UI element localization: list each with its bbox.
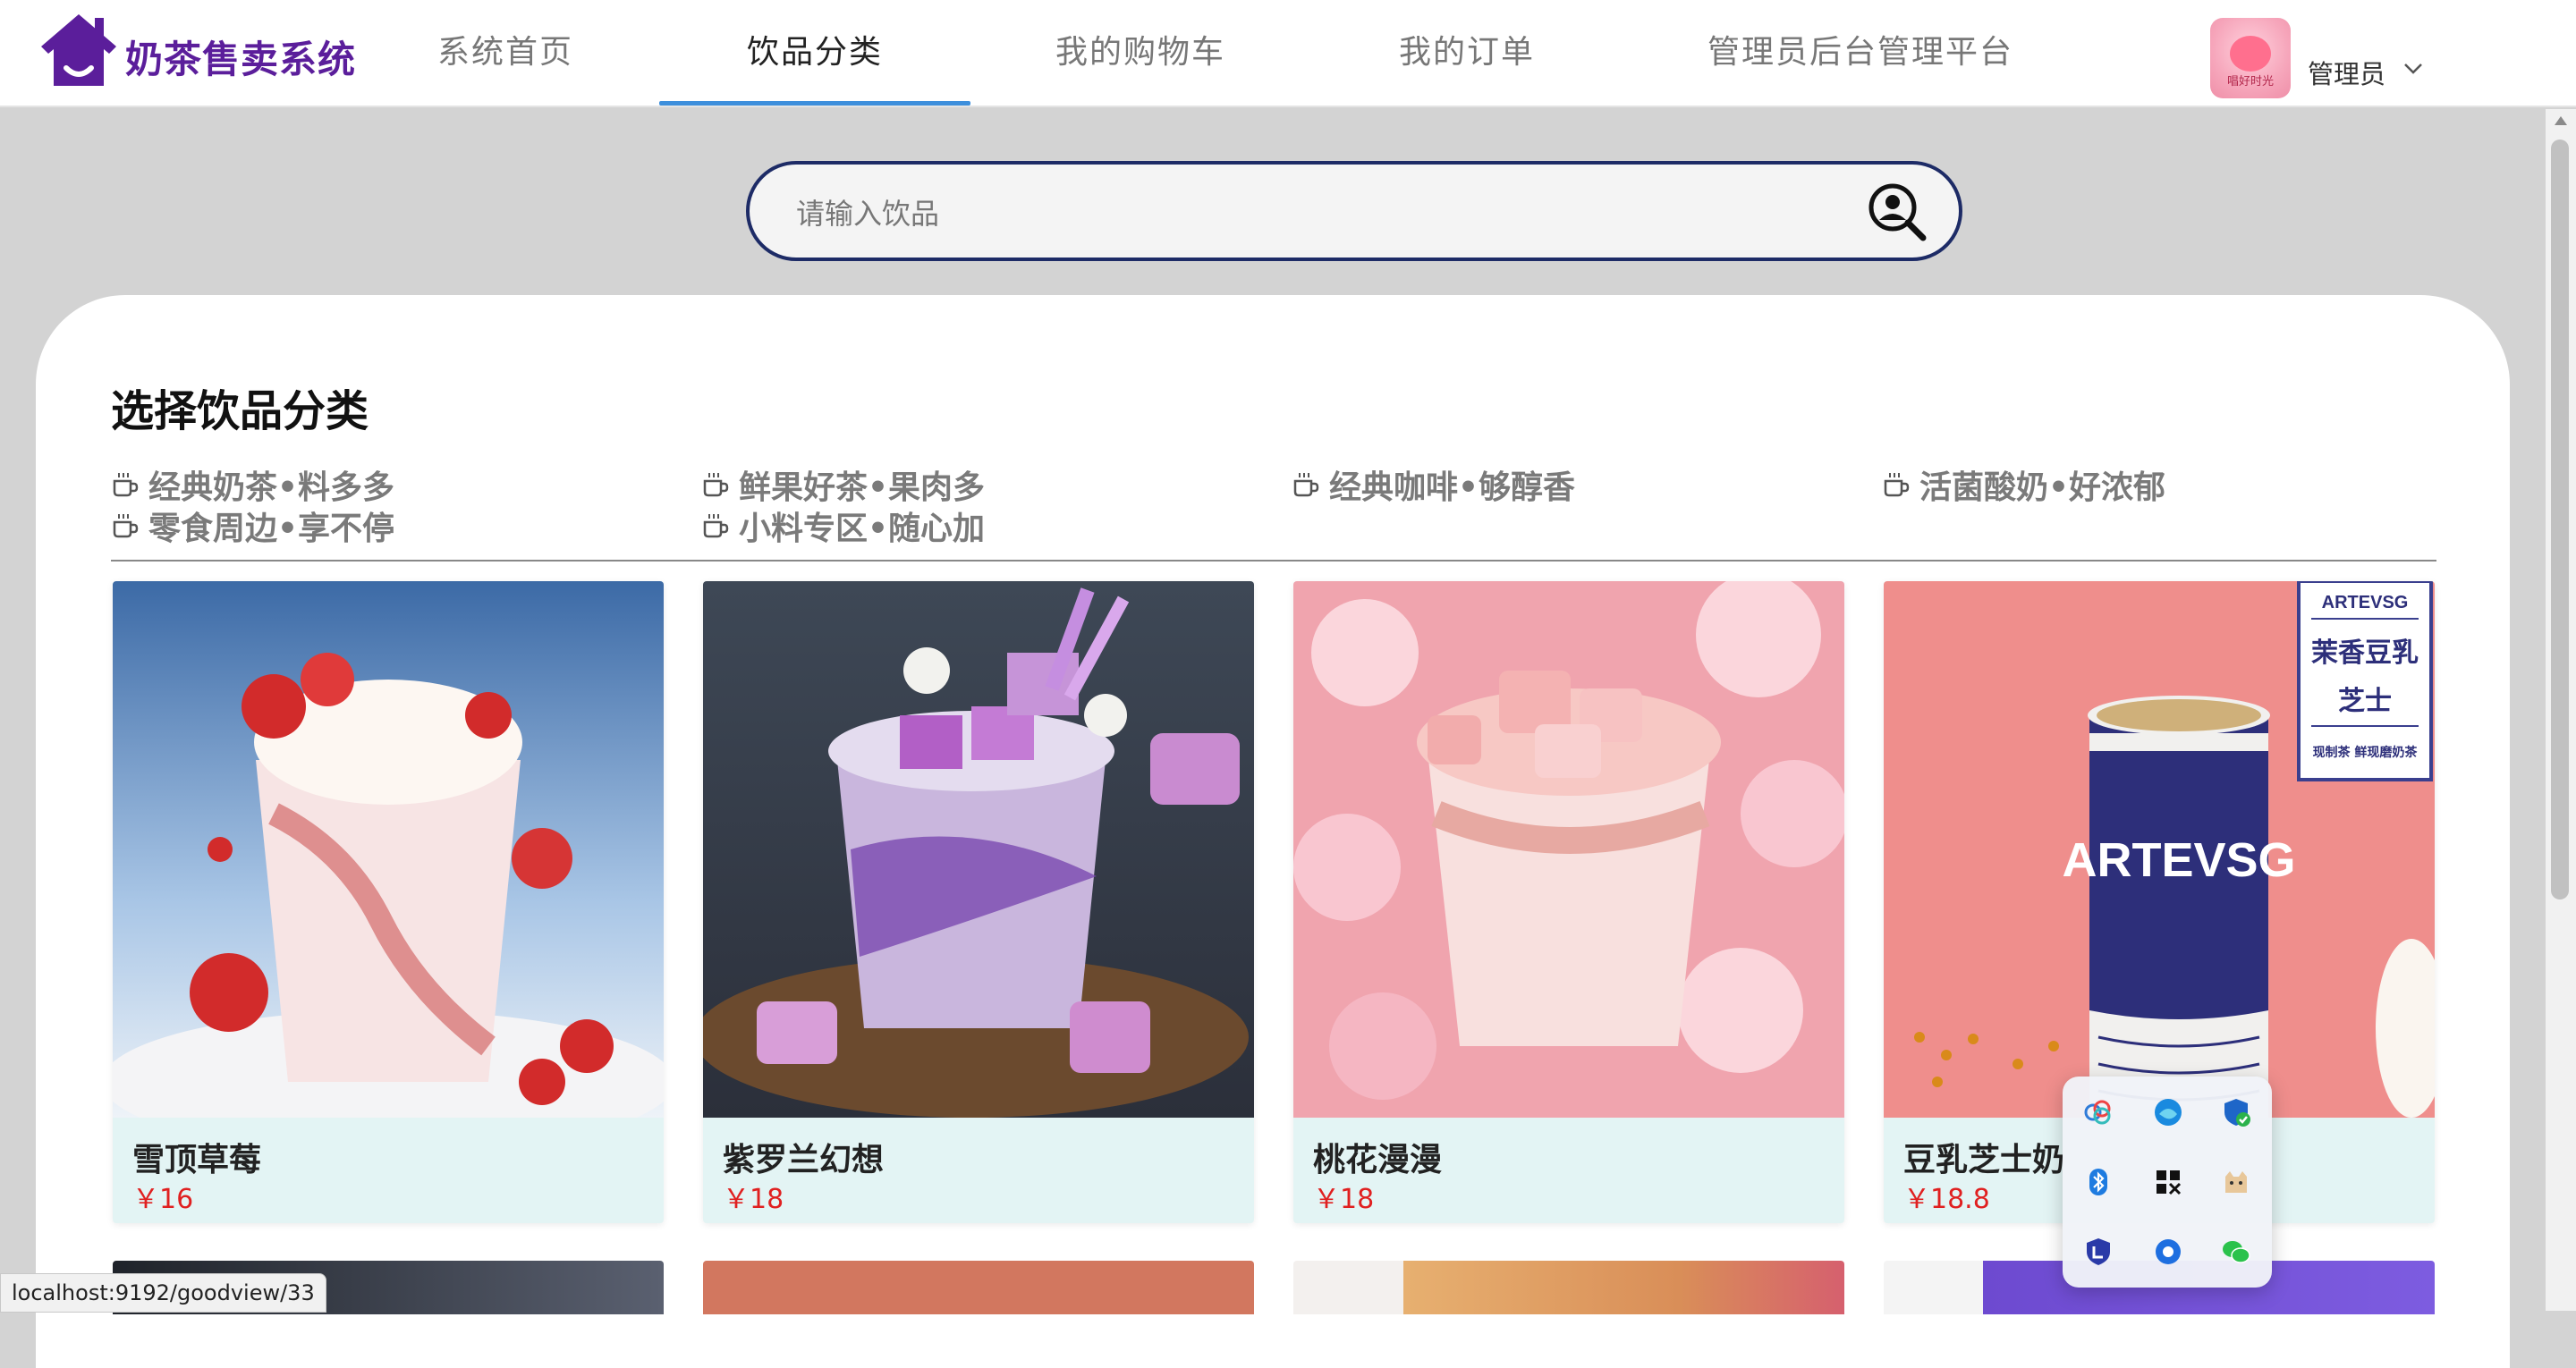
user-name[interactable]: 管理员	[2308, 54, 2385, 91]
product-name: 豆乳芝士奶	[1903, 1142, 2065, 1178]
cup-icon	[1293, 473, 1319, 497]
product-card[interactable]: 雪顶草莓 ￥16	[113, 581, 664, 1223]
product-card[interactable]: 桃花漫漫 ￥18	[1293, 581, 1844, 1223]
page-scrollbar[interactable]	[2546, 109, 2576, 1311]
cat-app-icon[interactable]	[2220, 1166, 2252, 1198]
product-name: 桃花漫漫	[1313, 1142, 1443, 1178]
badge-brand: ARTEVSG	[2322, 593, 2409, 612]
nav-active-indicator	[659, 101, 970, 106]
password-app-icon[interactable]	[2082, 1236, 2114, 1268]
badge-footer: 现制茶 鲜现磨奶茶	[2313, 745, 2419, 760]
product-name: 紫罗兰幻想	[723, 1142, 885, 1178]
nav-orders[interactable]: 我的订单	[1395, 0, 1538, 107]
cloud-sync-icon[interactable]	[2082, 1096, 2114, 1128]
category-snacks[interactable]: 零食周边•享不停	[111, 506, 394, 547]
category-label: 零食周边•享不停	[148, 511, 395, 547]
category-yogurt[interactable]: 活菌酸奶•好浓郁	[1882, 465, 2165, 506]
product-price: ￥18	[723, 1184, 784, 1215]
nav-drink-category[interactable]: 饮品分类	[659, 0, 970, 107]
category-fruit-tea[interactable]: 鲜果好茶•果肉多	[701, 465, 985, 506]
edge-icon[interactable]	[2152, 1096, 2184, 1128]
product-price: ￥18.8	[1903, 1184, 1990, 1215]
cup-icon	[1884, 473, 1910, 497]
bluetooth-icon[interactable]	[2082, 1166, 2114, 1198]
product-price: ￥16	[132, 1184, 194, 1215]
category-classic-milk-tea[interactable]: 经典奶茶•料多多	[111, 465, 394, 506]
cup-icon	[113, 473, 139, 497]
badge-line-1: 茉香豆乳	[2311, 638, 2419, 669]
cup-icon	[703, 514, 729, 538]
search-icon[interactable]	[1866, 181, 1928, 243]
avatar[interactable]: 唱好时光	[2210, 18, 2291, 98]
product-image-soy-cheese: ARTEVSG ARTEVSG 茉香豆乳 芝士 现制茶 鲜现磨奶茶	[1884, 581, 2435, 1118]
product-image-peach-blossom	[1293, 581, 1844, 1118]
status-bar-url: localhost:9192/goodview/33	[0, 1273, 326, 1313]
badge-line-2: 芝士	[2338, 686, 2392, 717]
product-price: ￥18	[1313, 1184, 1375, 1215]
chat-bubble-icon[interactable]	[2152, 1236, 2184, 1268]
category-divider	[111, 560, 2436, 562]
nav-admin-platform[interactable]: 管理员后台管理平台	[1704, 0, 2017, 107]
product-card-partial[interactable]	[1293, 1261, 1844, 1314]
category-label: 鲜果好茶•果肉多	[739, 469, 986, 506]
wechat-icon[interactable]	[2220, 1236, 2252, 1268]
search-input[interactable]	[794, 188, 1782, 240]
nav-cart[interactable]: 我的购物车	[1046, 0, 1234, 107]
app-grid-icon[interactable]	[2152, 1166, 2184, 1198]
chevron-down-icon[interactable]	[2402, 59, 2424, 77]
nav-home[interactable]: 系统首页	[429, 0, 581, 107]
home-icon	[41, 14, 116, 86]
scrollbar-thumb[interactable]	[2551, 139, 2569, 899]
product-card[interactable]: 紫罗兰幻想 ￥18	[703, 581, 1254, 1223]
category-label: 经典奶茶•料多多	[148, 469, 395, 506]
scroll-up-arrow[interactable]	[2555, 116, 2567, 125]
product-image-violet	[703, 581, 1254, 1118]
search-bar	[746, 161, 1962, 261]
category-label: 活菌酸奶•好浓郁	[1919, 469, 2166, 506]
section-title: 选择饮品分类	[111, 386, 369, 436]
category-label: 小料专区•随心加	[739, 511, 986, 547]
category-label: 经典咖啡•够醇香	[1329, 469, 1576, 506]
security-shield-icon[interactable]	[2220, 1096, 2252, 1128]
app-title: 奶茶售卖系统	[125, 37, 357, 81]
cup-brand: ARTEVSG	[2062, 833, 2295, 887]
cup-icon	[113, 514, 139, 538]
app-logo[interactable]: 奶茶售卖系统	[39, 13, 356, 88]
product-name: 雪顶草莓	[132, 1142, 262, 1178]
avatar-illustration	[2230, 36, 2271, 72]
top-navbar: 奶茶售卖系统 系统首页 饮品分类 我的购物车 我的订单 管理员后台管理平台 唱好…	[0, 0, 2576, 107]
system-tray-popup	[2063, 1077, 2272, 1288]
cup-icon	[703, 473, 729, 497]
product-card-partial[interactable]	[703, 1261, 1254, 1314]
category-toppings[interactable]: 小料专区•随心加	[701, 506, 985, 547]
avatar-caption: 唱好时光	[2226, 75, 2274, 89]
category-coffee[interactable]: 经典咖啡•够醇香	[1292, 465, 1575, 506]
product-image-strawberry	[113, 581, 664, 1118]
